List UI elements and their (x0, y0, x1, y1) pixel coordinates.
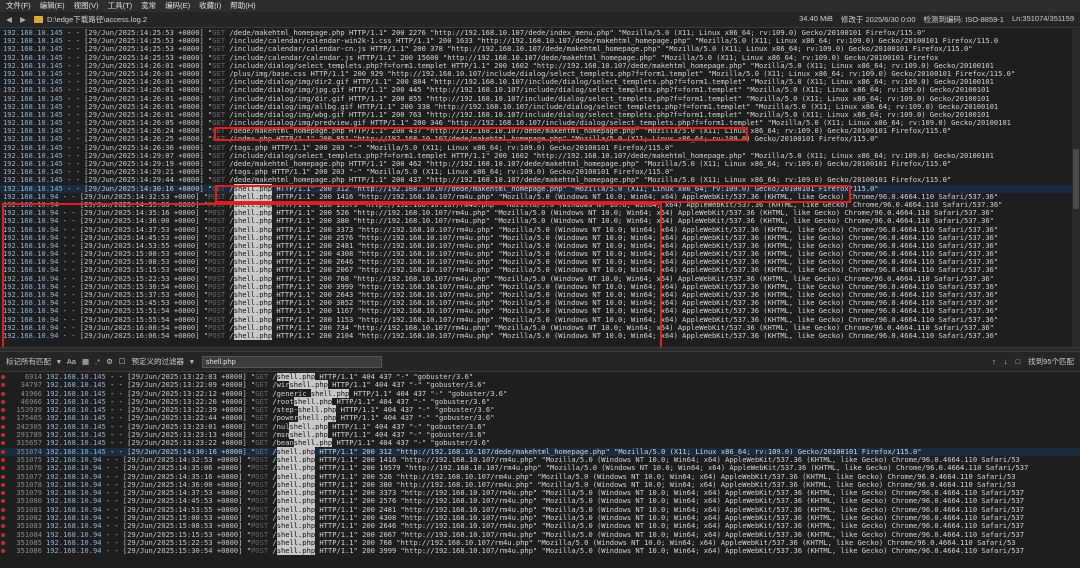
client-ip: 192.168.10.94 (46, 546, 102, 556)
bookmark-dot-icon[interactable] (1, 524, 5, 529)
back-icon[interactable]: ◀ (4, 15, 14, 24)
forward-icon[interactable]: ▶ (18, 15, 28, 24)
menu-item[interactable]: 工具(T) (108, 0, 133, 12)
bookmark-dot-icon[interactable] (1, 383, 5, 388)
bookmark-dot-icon[interactable] (1, 375, 5, 379)
regex-icon[interactable]: .* (95, 357, 100, 366)
cursor-position: Ln:351074/351159 (1011, 14, 1074, 23)
whole-word-icon[interactable]: ▦ (82, 357, 89, 366)
bookmark-dot-icon[interactable] (1, 433, 5, 438)
bookmark-dot-icon[interactable] (1, 416, 5, 421)
line-number: 351086 (16, 546, 42, 556)
menu-item[interactable]: 编辑(E) (40, 0, 65, 12)
bookmark-dot-icon[interactable] (1, 482, 5, 487)
path-bar: ◀ ▶ D:\edge下载路径\access.log.2 34.40 MiB 修… (0, 12, 1080, 28)
filter-settings-icon[interactable]: ⚙ (106, 357, 113, 366)
pin-icon[interactable]: □ (1016, 357, 1021, 366)
bookmark-dot-icon[interactable] (1, 540, 5, 545)
bookmark-dot-icon[interactable] (1, 516, 5, 521)
http-method: POST (251, 546, 269, 556)
bookmark-dot-icon[interactable] (1, 474, 5, 479)
modified-time: 修改于 2025/6/30 0:00 (840, 15, 916, 24)
menu-item[interactable]: 帮助(H) (230, 0, 255, 12)
filter-bar: 标记所有匹配 ▾ Aa ▦ .* ⚙ ☐ 预定义的过滤器 ▾ ↑ ↓ □ 找到9… (0, 352, 1080, 372)
match-case-button[interactable]: Aa (67, 357, 76, 366)
bookmark-dot-icon[interactable] (1, 441, 5, 446)
predefined-filter-checkbox[interactable]: ☐ (119, 357, 126, 366)
encoding-label[interactable]: 检测到编码: ISO-8859-1 (924, 14, 1004, 25)
menu-item[interactable]: 收藏(I) (199, 0, 221, 12)
file-path: D:\edge下载路径\access.log.2 (47, 15, 148, 24)
menu-item[interactable]: 宽常 (141, 0, 156, 12)
prev-match-icon[interactable]: ↑ (992, 357, 996, 366)
match-highlight: shell.php (276, 546, 316, 556)
predefined-filter-label: 预定义的过滤器 (131, 357, 185, 366)
filter-results-view[interactable]: 6914 192.168.10.145 - - [29/Jun/2025:13:2… (0, 373, 1080, 568)
bookmark-dot-icon[interactable] (1, 449, 5, 454)
bookmark-dot-icon[interactable] (1, 391, 5, 396)
bookmark-dot-icon[interactable] (1, 507, 5, 512)
timestamp: [29/Jun/2025:15:30:54 +0800] (122, 546, 243, 556)
status-area: 34.40 MiB 修改于 2025/6/30 0:00 检测到编码: ISO-… (799, 14, 1080, 25)
match-count: 找到95个匹配 (1028, 357, 1074, 366)
bookmark-dot-icon[interactable] (1, 549, 5, 554)
predefined-filter-chevron-icon[interactable]: ▾ (190, 357, 194, 366)
bookmark-dot-icon[interactable] (1, 424, 5, 429)
menu-bar: 文件(F) 编辑(E) 视图(V) 工具(T) 宽常 编码(E) 收藏(I) 帮助(H) (0, 0, 1080, 12)
next-match-icon[interactable]: ↓ (1004, 357, 1008, 366)
match-highlight: shell.php (276, 463, 316, 473)
bookmark-dot-icon[interactable] (1, 399, 5, 404)
scroll-thumb[interactable] (1073, 149, 1079, 209)
bookmark-dot-icon[interactable] (1, 532, 5, 537)
annotation-box-homepage (214, 127, 748, 141)
bookmark-dot-icon[interactable] (1, 491, 5, 496)
menu-item[interactable]: 编码(E) (165, 0, 190, 12)
result-line[interactable]: 351086 192.168.10.94 - - [29/Jun/2025:15:… (0, 546, 1080, 556)
annotation-box-shell-posts (2, 203, 662, 349)
log-scrollbar[interactable] (1072, 29, 1080, 347)
filter-search-input[interactable] (201, 355, 382, 368)
annotation-box-shell-upload (215, 185, 851, 203)
filter-mode-select[interactable]: 标记所有匹配 (6, 356, 51, 367)
menu-item[interactable]: 视图(V) (74, 0, 99, 12)
request-rest: HTTP/1.1" 200 3999 "http://192.168.10.10… (315, 546, 1025, 556)
match-highlight: shell.php (276, 521, 316, 531)
file-size: 34.40 MiB (799, 14, 833, 23)
bookmark-dot-icon[interactable] (1, 457, 5, 462)
filter-mode-chevron-icon[interactable]: ▾ (57, 357, 61, 366)
bookmark-dot-icon[interactable] (1, 466, 5, 471)
menu-item[interactable]: 文件(F) (6, 0, 31, 12)
bookmark-dot-icon[interactable] (1, 408, 5, 413)
folder-icon (34, 16, 43, 23)
bookmark-dot-icon[interactable] (1, 499, 5, 504)
filter-result-area: ↑ ↓ □ 找到95个匹配 (992, 356, 1080, 367)
